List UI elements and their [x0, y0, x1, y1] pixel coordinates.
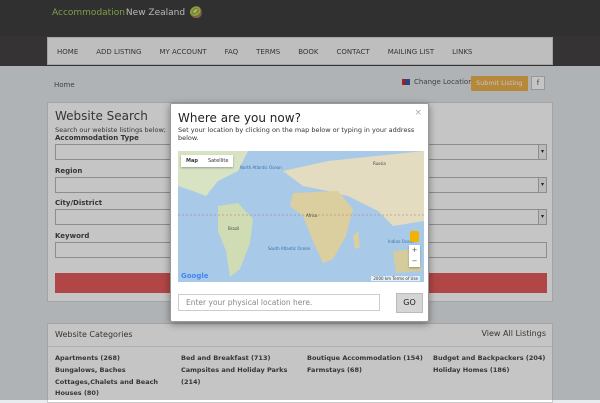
- google-logo: Google: [181, 272, 209, 280]
- map-scale: 2000 km: [373, 276, 392, 281]
- close-icon[interactable]: ×: [414, 108, 422, 118]
- map-type-control: Map Satellite: [181, 155, 234, 167]
- modal-subtitle: Set your location by clicking on the map…: [178, 126, 415, 142]
- map-label: Africa: [306, 213, 318, 218]
- zoom-control[interactable]: + −: [409, 245, 420, 267]
- location-map[interactable]: North Atlantic Ocean South Atlantic Ocea…: [178, 151, 424, 282]
- go-button[interactable]: GO: [396, 293, 423, 313]
- modal-title: Where are you now?: [178, 111, 301, 125]
- location-input[interactable]: Enter your physical location here.: [178, 294, 380, 311]
- map-label: Brazil: [228, 226, 240, 231]
- map-scale-terms: 2000 km Terms of Use: [371, 276, 420, 281]
- world-map-graphic: [178, 151, 424, 282]
- map-tab-satellite[interactable]: Satellite: [203, 155, 233, 167]
- pegman-icon[interactable]: [410, 231, 419, 242]
- map-label: North Atlantic Ocean: [240, 165, 282, 170]
- map-label: South Atlantic Ocean: [268, 246, 311, 251]
- terms-link[interactable]: Terms of Use: [392, 276, 418, 281]
- map-label: Russia: [373, 161, 386, 166]
- location-modal: Where are you now? × Set your location b…: [170, 103, 429, 322]
- map-tab-map[interactable]: Map: [181, 155, 203, 167]
